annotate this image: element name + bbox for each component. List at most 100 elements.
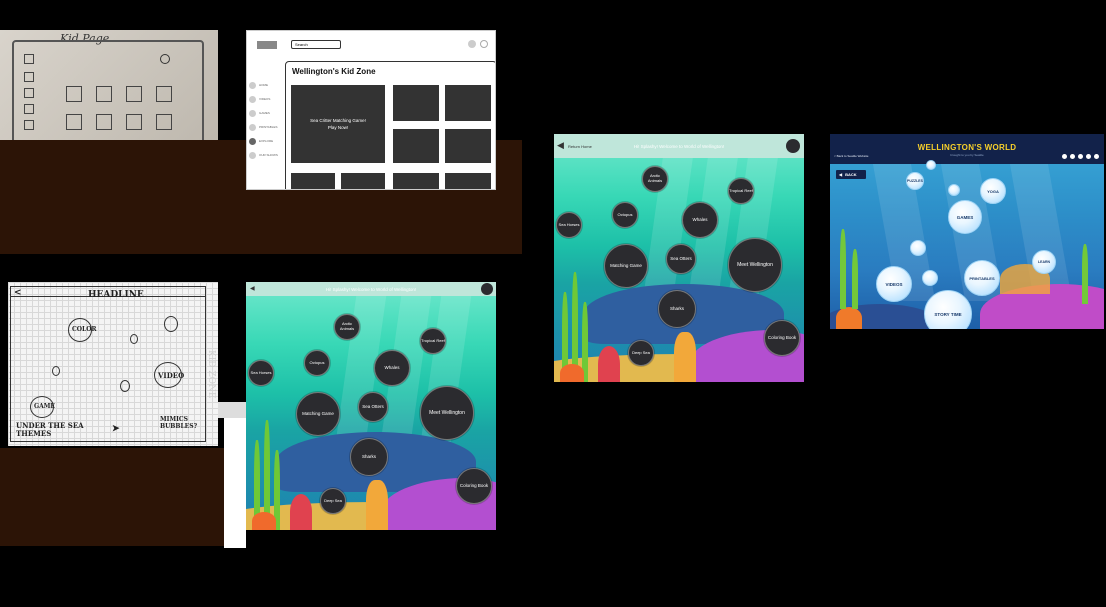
- sidebar-item-home[interactable]: HOME: [249, 81, 289, 89]
- profile-icon[interactable]: [786, 139, 800, 153]
- bubble-puzzles[interactable]: PUZZLES: [906, 172, 924, 190]
- mail-icon[interactable]: [1086, 154, 1091, 159]
- bubble-arctic[interactable]: Arctic Animals: [642, 166, 668, 192]
- bubble-matching-game[interactable]: Matching Game: [296, 392, 340, 436]
- header: WELLINGTON'S WORLD brought to you by Sea…: [830, 134, 1104, 164]
- bubble-deep-sea[interactable]: Deep Sea: [628, 340, 654, 366]
- sketch-circle: [160, 54, 170, 64]
- bubble-sharks[interactable]: Sharks: [658, 290, 696, 328]
- content-tile[interactable]: [393, 173, 439, 189]
- small-bubble: [922, 270, 938, 286]
- user-icon[interactable]: [1094, 154, 1099, 159]
- coral: [252, 512, 276, 530]
- sketch-circle: [130, 334, 138, 344]
- header-icons: [1062, 154, 1099, 159]
- bubble-meet-wellington[interactable]: Meet Wellington: [420, 386, 474, 440]
- back-arrow-icon[interactable]: ◀: [557, 140, 564, 151]
- bubble-printables[interactable]: PRINTABLES: [964, 260, 1000, 296]
- seaweed: [840, 229, 846, 309]
- content-tile[interactable]: [445, 173, 491, 189]
- sketch-headline: HEADLINE: [88, 290, 144, 300]
- back-arrow-icon: <: [14, 288, 22, 298]
- coral: [560, 364, 584, 382]
- sketch-photo-kid-page: Kid Page: [0, 30, 218, 148]
- bubble-deep-sea[interactable]: Deep Sea: [320, 488, 346, 514]
- wireframe-kid-zone: Search HOME VIDEOS GAMES PRINTABLES EXPL…: [246, 30, 496, 190]
- bubble-videos[interactable]: VIDEOS: [876, 266, 912, 302]
- photo-background: [224, 418, 246, 548]
- back-button[interactable]: ◀ BACK: [836, 170, 866, 179]
- sketch-square: [24, 72, 34, 82]
- sketch-circle: [164, 316, 178, 332]
- fish-icon: ➤: [112, 424, 120, 434]
- content-tile[interactable]: [341, 173, 385, 189]
- search-input[interactable]: Search: [291, 40, 341, 49]
- sketch-square: [24, 104, 34, 114]
- bubble-arctic[interactable]: Arctic Animals: [334, 314, 360, 340]
- bubble-coloring-book[interactable]: Coloring Book: [456, 468, 492, 504]
- sketch-kid-zone: KID ZONE: [206, 350, 216, 399]
- welcome-banner: ◀ Hi! Splashy! Welcome to World of Welli…: [246, 282, 496, 296]
- bubble-whales[interactable]: Whales: [374, 350, 410, 386]
- sketch-box: [96, 114, 112, 130]
- user-icon[interactable]: [468, 40, 476, 48]
- small-bubble: [948, 184, 960, 196]
- bell-icon[interactable]: [480, 40, 488, 48]
- content-tile[interactable]: [445, 85, 491, 121]
- bubble-octopus[interactable]: Octopus: [612, 202, 638, 228]
- sidebar-item-printables[interactable]: PRINTABLES: [249, 123, 289, 131]
- gear-icon[interactable]: [1078, 154, 1083, 159]
- bubble-seahorses[interactable]: Sea Horses: [248, 360, 274, 386]
- bubble-seahorses[interactable]: Sea Horses: [556, 212, 582, 238]
- bubble-yoga[interactable]: YOGA: [980, 178, 1006, 204]
- sketch-box: [66, 114, 82, 130]
- feature-tile[interactable]: Sea Critter Matching Game! Play Now!: [291, 85, 385, 163]
- sidebar-item-explore[interactable]: EXPLORE: [249, 137, 289, 145]
- circle-icon: [249, 109, 256, 117]
- bubble-tropical[interactable]: Tropical Reef: [728, 178, 754, 204]
- sketch-box: [156, 86, 172, 102]
- help-icon[interactable]: [1062, 154, 1067, 159]
- sketch-circle: [52, 366, 60, 376]
- bubble-coloring-book[interactable]: Coloring Book: [764, 320, 800, 356]
- coral: [836, 307, 862, 329]
- bubble-octopus[interactable]: Octopus: [304, 350, 330, 376]
- bell-icon[interactable]: [1070, 154, 1075, 159]
- bubble-tropical[interactable]: Tropical Reef: [420, 328, 446, 354]
- sidebar-item-videos[interactable]: VIDEOS: [249, 95, 289, 103]
- coral: [366, 480, 388, 530]
- content-tile[interactable]: [393, 85, 439, 121]
- sketch-box: [66, 86, 82, 102]
- coral: [290, 494, 312, 530]
- sketch-square: [24, 88, 34, 98]
- bubble-sea-otters[interactable]: Sea Otters: [358, 392, 388, 422]
- sketch-grid-paper: HEADLINE < COLOR VIDEO GAME UNDER THE SE…: [8, 282, 218, 446]
- sketch-color: COLOR: [72, 326, 97, 333]
- small-bubble: [926, 160, 936, 170]
- bubble-learn[interactable]: LEARN: [1032, 250, 1056, 274]
- content-tile[interactable]: [445, 129, 491, 163]
- return-home-link[interactable]: Return Home: [568, 144, 592, 149]
- sidebar-item-games[interactable]: GAMES: [249, 109, 289, 117]
- content-tile[interactable]: [291, 173, 335, 189]
- bubble-games[interactable]: GAMES: [948, 200, 982, 234]
- circle-icon: [249, 81, 256, 89]
- coral: [674, 332, 696, 382]
- wellingtons-world-page: WELLINGTON'S WORLD brought to you by Sea…: [830, 134, 1104, 329]
- circle-icon: [249, 151, 256, 159]
- welcome-text: Hi! Splashy! Welcome to World of Welling…: [633, 143, 725, 149]
- bubble-whales[interactable]: Whales: [682, 202, 718, 238]
- bubble-sea-otters[interactable]: Sea Otters: [666, 244, 696, 274]
- sketch-circle: [120, 380, 130, 392]
- bubble-matching-game[interactable]: Matching Game: [604, 244, 648, 288]
- sketch-theme: UNDER THE SEA THEMES: [16, 421, 84, 438]
- profile-icon[interactable]: [481, 283, 493, 295]
- content-tile[interactable]: [393, 129, 439, 163]
- back-arrow-icon[interactable]: ◀: [250, 285, 255, 292]
- back-to-site-link[interactable]: < Back to Seattle Website: [834, 154, 868, 158]
- bubble-meet-wellington[interactable]: Meet Wellington: [728, 238, 782, 292]
- sidebar-item-shows[interactable]: OUR SHOWS: [249, 151, 289, 159]
- bubble-sharks[interactable]: Sharks: [350, 438, 388, 476]
- logo-placeholder: [257, 41, 277, 49]
- sketch-game: GAME: [34, 403, 55, 410]
